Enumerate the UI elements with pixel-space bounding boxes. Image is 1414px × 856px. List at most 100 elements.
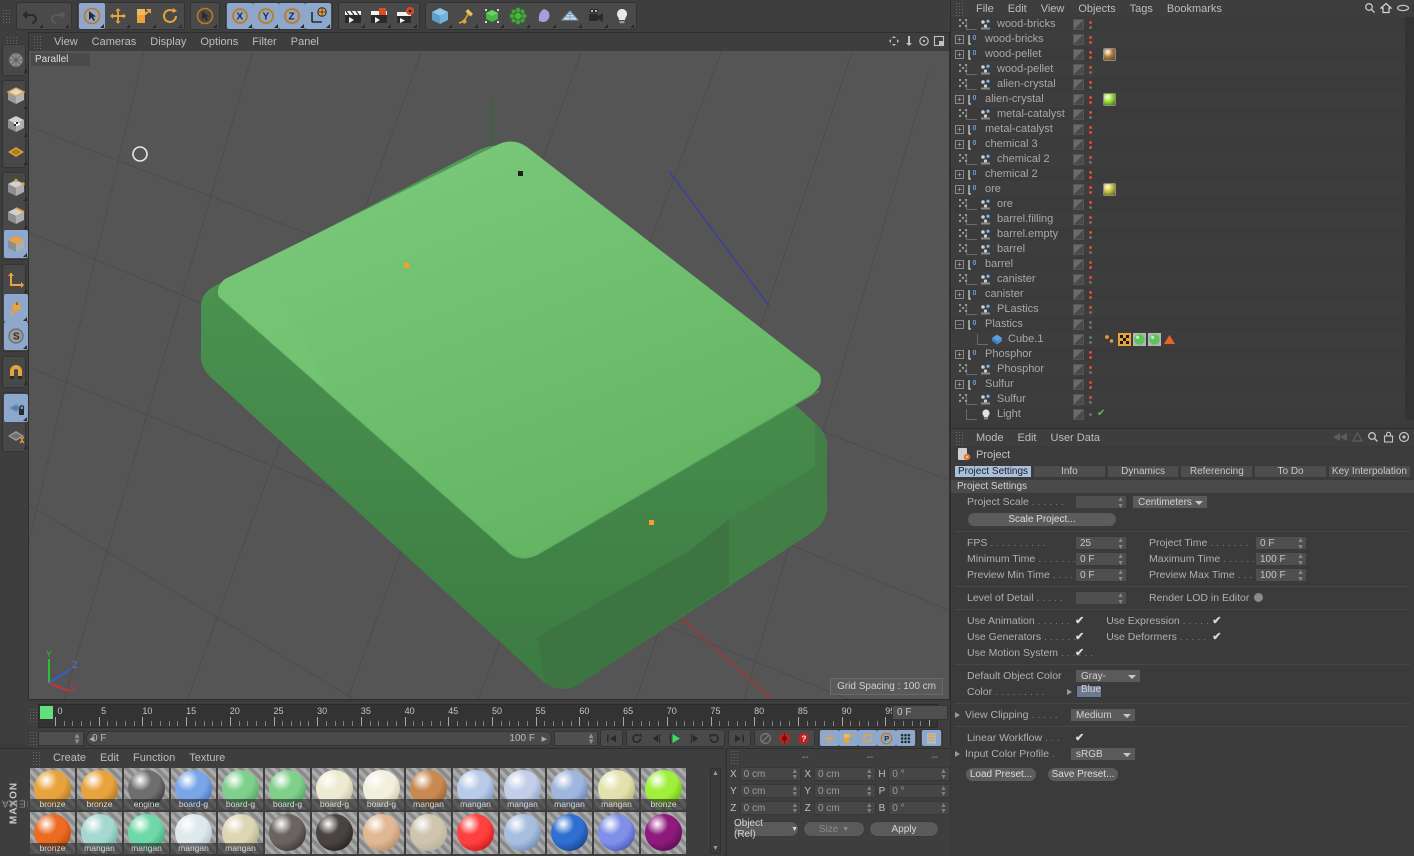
record-keyframe-button[interactable]	[775, 730, 794, 746]
coordinate-field[interactable]: 0 ° ▲ ▼	[888, 801, 950, 815]
material-swatch[interactable]	[547, 812, 592, 854]
object-visibility-toggle[interactable]	[1073, 274, 1084, 285]
tag-dot-grey[interactable]	[1089, 205, 1092, 209]
object-material-thumbnail[interactable]	[1103, 48, 1116, 61]
object-row[interactable]: +0 ore	[951, 182, 1414, 197]
object-expander[interactable]: +	[955, 259, 964, 269]
object-name[interactable]: Plastics	[985, 318, 1023, 330]
floor-grid-icon[interactable]	[557, 3, 583, 29]
object-name[interactable]: Cube.1	[1008, 333, 1043, 345]
object-visibility-toggle[interactable]	[1073, 94, 1084, 105]
material-swatch[interactable]	[500, 812, 545, 854]
points-cube-icon[interactable]	[4, 174, 28, 202]
material-swatch[interactable]: board-g	[359, 768, 404, 810]
play-reverse-loop-button[interactable]	[628, 730, 647, 746]
am-menu-mode[interactable]: Mode	[969, 432, 1011, 444]
select-arrow-icon[interactable]	[79, 3, 105, 29]
tag-dot-red[interactable]	[1089, 110, 1092, 114]
object-visibility-toggle[interactable]	[1073, 319, 1084, 330]
tag-dot-red[interactable]	[1089, 145, 1092, 149]
tag-dot-grey[interactable]	[1089, 335, 1092, 339]
material-swatch[interactable]: board-g	[312, 768, 357, 810]
go-to-start-button[interactable]	[602, 730, 621, 746]
material-swatch[interactable]	[406, 812, 451, 854]
material-swatch[interactable]: mangan	[594, 768, 639, 810]
object-name[interactable]: barrel.empty	[997, 228, 1058, 240]
project-scale-field[interactable]: ▲ ▼	[1075, 494, 1127, 510]
tag-dot-red[interactable]	[1089, 35, 1092, 39]
field-value-2[interactable]: 100 F ▲ ▼	[1255, 551, 1307, 567]
tag-dot-red[interactable]	[1089, 355, 1092, 359]
attribute-tab-info[interactable]: Info	[1033, 465, 1106, 478]
coordinates-grip[interactable]	[730, 750, 739, 764]
timeline-current-frame-field[interactable]: 0 F	[892, 705, 948, 720]
material-swatch[interactable]: mangan	[124, 812, 169, 854]
object-name[interactable]: canister	[985, 288, 1024, 300]
object-visibility-toggle[interactable]	[1073, 79, 1084, 90]
material-swatch[interactable]: mangan	[547, 768, 592, 810]
object-visibility-toggle[interactable]	[1073, 109, 1084, 120]
object-row[interactable]: − 0 Plastics	[951, 317, 1414, 332]
object-manager-grip[interactable]	[955, 1, 964, 16]
tag-dot-red[interactable]	[1089, 55, 1092, 59]
attribute-tab-referencing[interactable]: Referencing	[1180, 465, 1254, 478]
tag-dot-red[interactable]	[1089, 65, 1092, 69]
material-swatch[interactable]	[312, 812, 357, 854]
object-visibility-toggle[interactable]	[1073, 229, 1084, 240]
om-search-icon[interactable]	[1364, 2, 1376, 17]
world-globe-icon[interactable]	[305, 3, 331, 29]
axis-x-icon[interactable]: X	[227, 3, 253, 29]
tag-dot-grey[interactable]	[1089, 160, 1092, 164]
object-expander[interactable]: +	[955, 34, 964, 44]
object-visibility-toggle[interactable]	[1073, 379, 1084, 390]
object-expander[interactable]: +	[955, 94, 964, 104]
object-name[interactable]: metal-catalyst	[997, 108, 1065, 120]
object-visibility-toggle[interactable]	[1073, 154, 1084, 165]
field-value[interactable]: 25 ▲ ▼	[1075, 535, 1127, 551]
object-name[interactable]: PLastics	[997, 303, 1039, 315]
light-bulb-icon[interactable]	[609, 3, 635, 29]
material-swatch[interactable]: engine	[124, 768, 169, 810]
pen-spline-icon[interactable]	[453, 3, 479, 29]
object-name[interactable]: chemical 2	[997, 153, 1050, 165]
model-checker-icon[interactable]	[4, 110, 28, 138]
object-visibility-toggle[interactable]	[1073, 334, 1084, 345]
object-row[interactable]: barrel.empty	[951, 227, 1414, 242]
tag-deformer-icon[interactable]	[958, 213, 968, 226]
tag-dot-red[interactable]	[1089, 140, 1092, 144]
object-row[interactable]: +0 metal-catalyst	[951, 122, 1414, 137]
tag-dot-red[interactable]	[1089, 290, 1092, 294]
checkbox-toggle-2[interactable]: ✔	[1212, 630, 1221, 643]
tag-deformer-icon[interactable]	[958, 243, 968, 256]
object-expander[interactable]: +	[955, 124, 964, 134]
tag-dot-red[interactable]	[1089, 125, 1092, 129]
play-forward-loop-button[interactable]	[704, 730, 723, 746]
am-target-icon[interactable]	[1398, 431, 1410, 446]
object-row[interactable]: +0 wood-pellet	[951, 47, 1414, 62]
step-back-button[interactable]	[647, 730, 666, 746]
object-visibility-toggle[interactable]	[1073, 139, 1084, 150]
generator-icon[interactable]	[479, 3, 505, 29]
object-row[interactable]: barrel	[951, 242, 1414, 257]
checkbox-toggle[interactable]: ✔	[1075, 614, 1084, 627]
viewport-zoom-icon[interactable]	[903, 35, 915, 50]
texture-grid-icon[interactable]	[4, 138, 28, 166]
viewport-menu-options[interactable]: Options	[193, 33, 245, 51]
tag-dot-red[interactable]	[1089, 265, 1092, 269]
object-row[interactable]: alien-crystal	[951, 77, 1414, 92]
material-scrollbar[interactable]: ▲ ▼	[710, 768, 721, 854]
scale-box-icon[interactable]	[131, 3, 157, 29]
tag-dot-red[interactable]	[1089, 80, 1092, 84]
render-clapper-icon[interactable]	[340, 3, 366, 29]
material-swatch[interactable]: mangan	[500, 768, 545, 810]
object-expander[interactable]: +	[955, 139, 964, 149]
coordinate-field[interactable]: 0 cm ▲ ▼	[739, 784, 802, 798]
object-visibility-toggle[interactable]	[1073, 64, 1084, 75]
material-swatch[interactable]	[265, 812, 310, 854]
viewport-menu-panel[interactable]: Panel	[284, 33, 326, 51]
material-menu-create[interactable]: Create	[46, 752, 93, 764]
tag-dot-grey[interactable]	[1089, 115, 1092, 119]
cube-icon[interactable]	[427, 3, 453, 29]
coordinate-field[interactable]: 0 ° ▲ ▼	[888, 767, 950, 781]
viewport-rotate-icon[interactable]	[918, 35, 930, 50]
